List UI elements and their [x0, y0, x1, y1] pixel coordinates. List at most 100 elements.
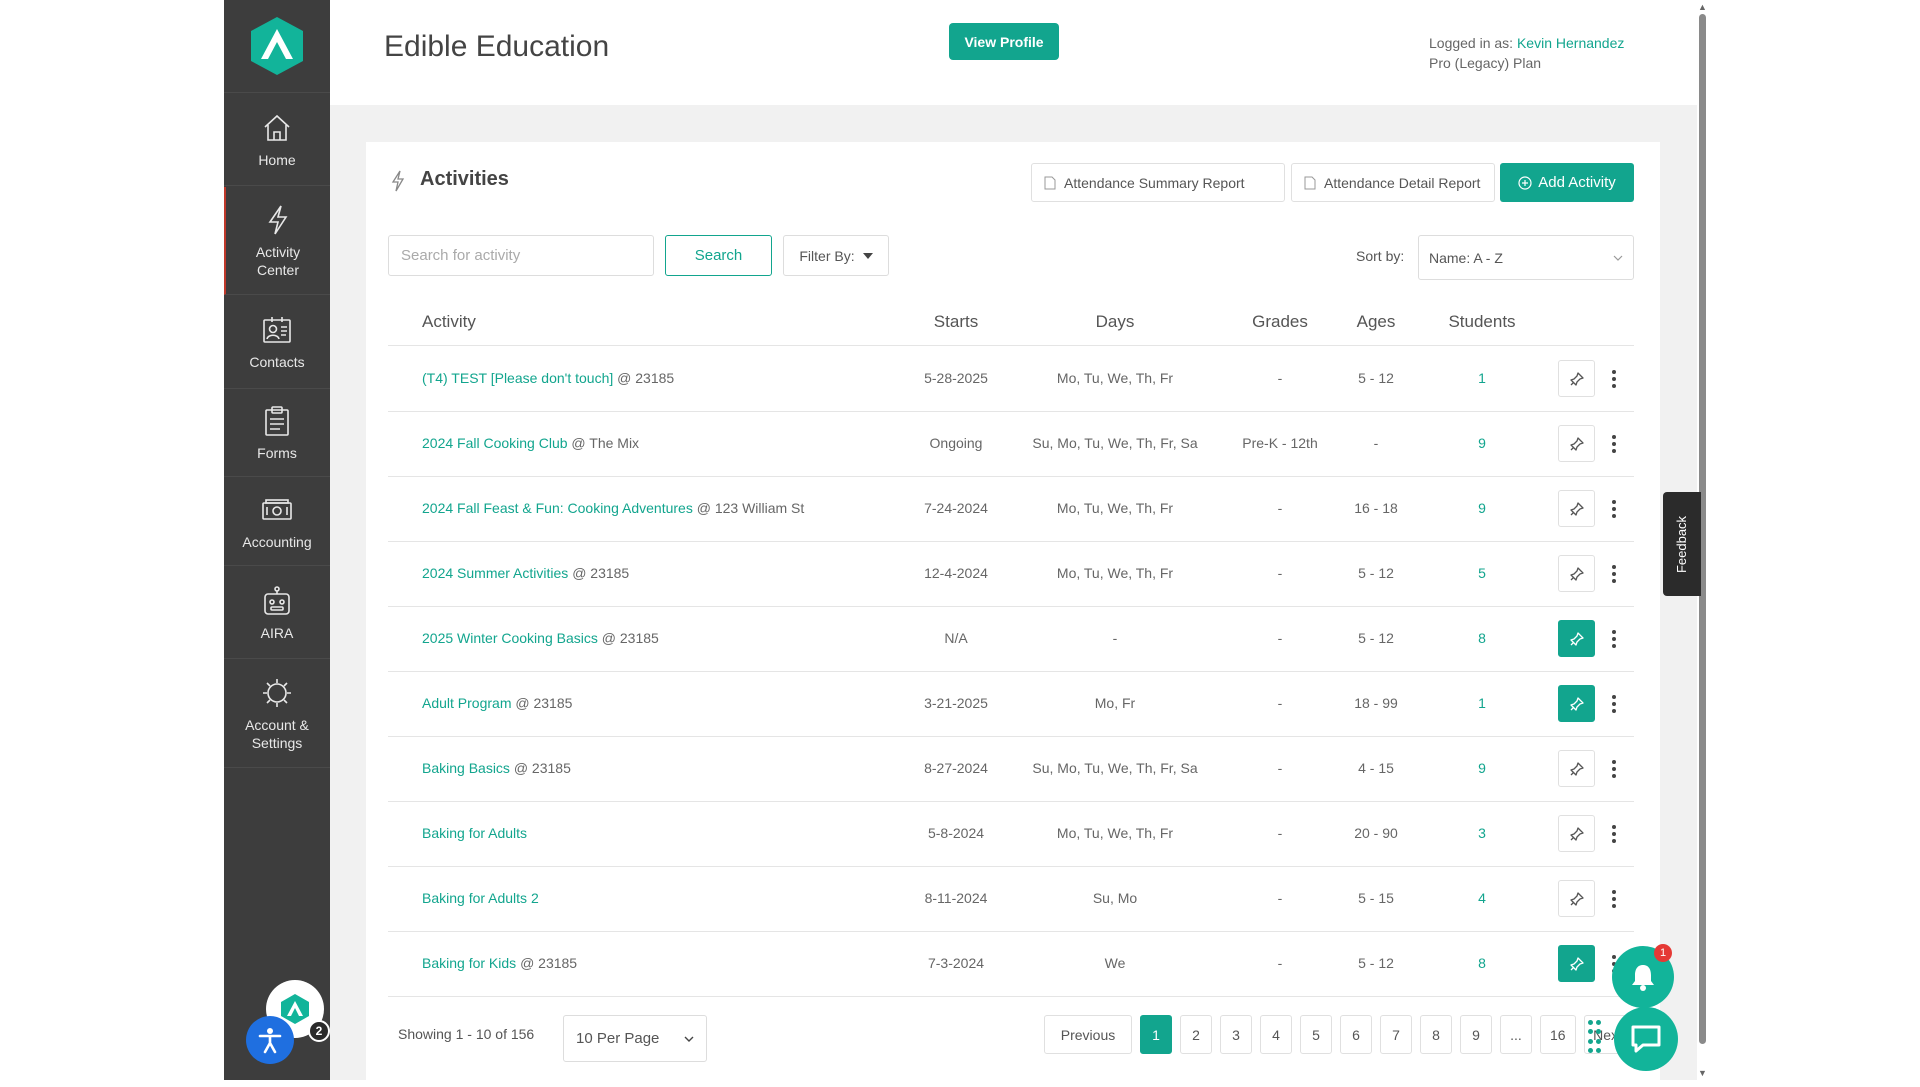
filter-by-dropdown[interactable]: Filter By: — [783, 235, 889, 276]
col-activity[interactable]: Activity — [422, 312, 476, 332]
table-row[interactable]: 2025 Winter Cooking Basics @ 23185 N/A - - 5… — [388, 607, 1634, 672]
students-cell[interactable]: 9 — [1478, 760, 1486, 776]
activity-link[interactable]: 2024 Fall Cooking Club — [422, 435, 568, 451]
page-button[interactable]: 16 — [1540, 1015, 1576, 1054]
activity-link[interactable]: Baking for Adults 2 — [422, 890, 539, 906]
pin-button[interactable] — [1558, 360, 1595, 397]
more-options-icon[interactable] — [1606, 625, 1622, 653]
feedback-tab[interactable]: Feedback — [1663, 492, 1701, 596]
sidebar-item-aira[interactable]: AIRA — [224, 567, 330, 659]
activity-link[interactable]: Baking for Kids — [422, 955, 516, 971]
students-cell[interactable]: 1 — [1478, 695, 1486, 711]
page-button[interactable]: 1 — [1140, 1015, 1172, 1054]
col-students[interactable]: Students — [1448, 312, 1515, 332]
more-options-icon[interactable] — [1606, 820, 1622, 848]
more-options-icon[interactable] — [1606, 365, 1622, 393]
pin-button[interactable] — [1558, 620, 1595, 657]
brand-logo[interactable] — [224, 0, 330, 93]
students-cell[interactable]: 5 — [1478, 565, 1486, 581]
chat-button[interactable] — [1614, 1007, 1678, 1071]
pin-button[interactable] — [1558, 880, 1595, 917]
accessibility-button[interactable] — [246, 1016, 294, 1064]
activity-link[interactable]: 2024 Fall Feast & Fun: Cooking Adventure… — [422, 500, 693, 516]
search-input[interactable] — [388, 235, 654, 276]
previous-page-button[interactable]: Previous — [1044, 1015, 1132, 1054]
students-cell[interactable]: 4 — [1478, 890, 1486, 906]
table-row[interactable]: Adult Program @ 23185 3-21-2025 Mo, Fr - 18 … — [388, 672, 1634, 737]
activity-link[interactable]: Adult Program — [422, 695, 511, 711]
sidebar-item-home[interactable]: Home — [224, 94, 330, 186]
scroll-down-arrow[interactable]: ▼ — [1698, 1068, 1707, 1078]
table-row[interactable]: Baking for Adults 2 8-11-2024 Su, Mo - 5 - … — [388, 867, 1634, 932]
table-row[interactable]: 2024 Fall Cooking Club @ The Mix Ongoing S… — [388, 412, 1634, 477]
more-options-icon[interactable] — [1606, 885, 1622, 913]
page-button[interactable]: 5 — [1300, 1015, 1332, 1054]
students-cell[interactable]: 8 — [1478, 955, 1486, 971]
activity-location: @ The Mix — [571, 435, 640, 451]
per-page-select[interactable]: 10 Per Page — [563, 1015, 707, 1062]
students-cell[interactable]: 1 — [1478, 370, 1486, 386]
students-cell[interactable]: 3 — [1478, 825, 1486, 841]
students-cell[interactable]: 9 — [1478, 435, 1486, 451]
page-button[interactable]: 3 — [1220, 1015, 1252, 1054]
search-button[interactable]: Search — [665, 235, 772, 276]
students-cell[interactable]: 9 — [1478, 500, 1486, 516]
more-options-icon[interactable] — [1606, 690, 1622, 718]
pin-button[interactable] — [1558, 945, 1595, 982]
pin-icon — [1569, 371, 1584, 386]
starts-cell: 12-4-2024 — [924, 565, 988, 581]
students-cell[interactable]: 8 — [1478, 630, 1486, 646]
chevron-down-icon — [684, 1036, 694, 1042]
page-button[interactable]: ... — [1500, 1015, 1532, 1054]
col-days[interactable]: Days — [1096, 312, 1135, 332]
col-ages[interactable]: Ages — [1357, 312, 1396, 332]
pin-button[interactable] — [1558, 425, 1595, 462]
sidebar-item-forms[interactable]: Forms — [224, 390, 330, 477]
pin-button[interactable] — [1558, 555, 1595, 592]
activity-link[interactable]: Baking for Adults — [422, 825, 527, 841]
scroll-up-arrow[interactable]: ▲ — [1698, 2, 1707, 12]
table-row[interactable]: 2024 Summer Activities @ 23185 12-4-2024 M… — [388, 542, 1634, 607]
sidebar-item-activity-center[interactable]: Activity Center — [224, 187, 330, 295]
user-name-link[interactable]: Kevin Hernandez — [1517, 35, 1624, 51]
pin-icon — [1569, 566, 1584, 581]
more-options-icon[interactable] — [1606, 495, 1622, 523]
logged-in-label: Logged in as: — [1429, 35, 1514, 51]
more-options-icon[interactable] — [1606, 755, 1622, 783]
pin-button[interactable] — [1558, 815, 1595, 852]
ages-cell: 18 - 99 — [1354, 695, 1398, 711]
activity-link[interactable]: (T4) TEST [Please don't touch] — [422, 370, 613, 386]
sort-select[interactable]: Name: A - Z — [1418, 235, 1634, 280]
sidebar-item-accounting[interactable]: Accounting — [224, 478, 330, 566]
add-activity-button[interactable]: Add Activity — [1500, 163, 1634, 202]
page-button[interactable]: 4 — [1260, 1015, 1292, 1054]
ages-cell: 5 - 12 — [1358, 565, 1394, 581]
pin-button[interactable] — [1558, 685, 1595, 722]
activity-link[interactable]: 2025 Winter Cooking Basics — [422, 630, 598, 646]
pin-button[interactable] — [1558, 490, 1595, 527]
page-button[interactable]: 9 — [1460, 1015, 1492, 1054]
table-row[interactable]: 2024 Fall Feast & Fun: Cooking Adventure… — [388, 477, 1634, 542]
page-button[interactable]: 7 — [1380, 1015, 1412, 1054]
table-row[interactable]: (T4) TEST [Please don't touch] @ 23185 5-… — [388, 347, 1634, 412]
sidebar-item-account-settings[interactable]: Account & Settings — [224, 660, 330, 768]
more-options-icon[interactable] — [1606, 430, 1622, 458]
view-profile-button[interactable]: View Profile — [949, 23, 1059, 60]
page-button[interactable]: 6 — [1340, 1015, 1372, 1054]
page-button[interactable]: 2 — [1180, 1015, 1212, 1054]
col-starts[interactable]: Starts — [934, 312, 978, 332]
more-options-icon[interactable] — [1606, 560, 1622, 588]
plan-label: Pro (Legacy) Plan — [1429, 55, 1542, 71]
col-grades[interactable]: Grades — [1252, 312, 1308, 332]
table-row[interactable]: Baking for Adults 5-8-2024 Mo, Tu, We, Th… — [388, 802, 1634, 867]
sidebar-item-contacts[interactable]: Contacts — [224, 296, 330, 389]
page-button[interactable]: 8 — [1420, 1015, 1452, 1054]
table-row[interactable]: Baking for Kids @ 23185 7-3-2024 We - 5 - 12… — [388, 932, 1634, 997]
attendance-detail-report-button[interactable]: Attendance Detail Report — [1291, 163, 1495, 202]
table-row[interactable]: Baking Basics @ 23185 8-27-2024 Su, Mo, Tu… — [388, 737, 1634, 802]
activity-link[interactable]: 2024 Summer Activities — [422, 565, 568, 581]
activity-link[interactable]: Baking Basics — [422, 760, 510, 776]
pin-button[interactable] — [1558, 750, 1595, 787]
apps-grid-icon[interactable] — [1588, 1020, 1606, 1054]
attendance-summary-report-button[interactable]: Attendance Summary Report — [1031, 163, 1285, 202]
